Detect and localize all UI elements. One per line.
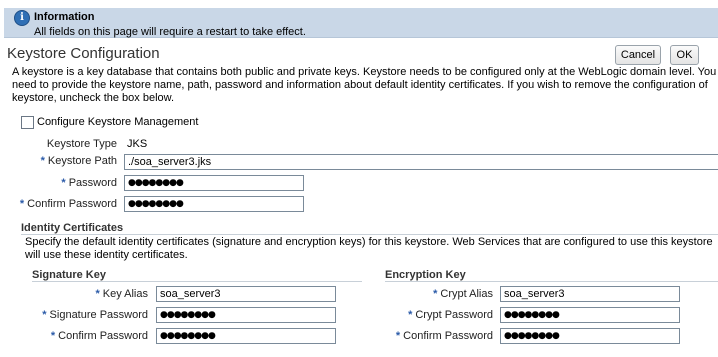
confirm-password-label: * Confirm Password [20,198,117,210]
password-input[interactable]: ●●●●●●●● [124,175,304,191]
signature-confirm-password-input[interactable]: ●●●●●●●● [156,328,336,344]
keystore-type-label: Keystore Type [46,138,117,150]
section-divider [32,281,362,282]
info-text: All fields on this page will require a r… [34,26,306,38]
signature-confirm-label-text: Confirm Password [58,330,148,342]
key-alias-input[interactable]: soa_server3 [156,286,336,302]
confirm-password-label-text: Confirm Password [27,198,117,210]
description-line: keystore, uncheck the box below. [12,92,175,104]
required-icon: * [408,309,413,321]
signature-password-label-text: Signature Password [49,309,148,321]
section-divider [21,234,718,235]
cancel-button[interactable]: Cancel [615,45,661,65]
required-icon: * [50,330,56,342]
signature-password-label: * Signature Password [42,309,148,321]
description-line: A keystore is a key database that contai… [12,66,717,78]
confirm-password-input[interactable]: ●●●●●●●● [124,196,304,212]
info-title: Information [34,11,95,23]
required-icon: * [61,177,66,189]
description-line: need to provide the keystore name, path,… [12,79,708,91]
identity-description-line: will use these identity certificates. [25,249,188,261]
required-icon: * [42,309,47,321]
crypt-confirm-password-label: * Confirm Password [396,330,493,342]
crypt-confirm-password-input[interactable]: ●●●●●●●● [500,328,680,344]
required-icon: * [19,198,25,210]
section-divider [385,281,718,282]
info-icon [14,10,30,26]
key-alias-label-text: Key Alias [102,288,148,300]
password-label-text: Password [68,177,117,189]
crypt-password-label-text: Crypt Password [415,309,493,321]
required-icon: * [40,155,45,167]
page-title: Keystore Configuration [7,45,160,62]
encryption-key-heading: Encryption Key [385,269,466,281]
identity-description-line: Specify the default identity certificate… [25,236,713,248]
signature-key-heading: Signature Key [32,269,106,281]
required-icon: * [433,288,438,300]
identity-certificates-heading: Identity Certificates [21,222,124,234]
crypt-password-label: * Crypt Password [408,309,493,321]
signature-confirm-password-label: * Confirm Password [51,330,148,342]
ok-button[interactable]: OK [670,45,699,65]
keystore-type-value: JKS [127,138,148,150]
required-icon: * [395,330,401,342]
page-description: A keystore is a key database that contai… [12,66,718,105]
required-icon: * [95,288,100,300]
crypt-alias-label-text: Crypt Alias [440,288,493,300]
signature-password-input[interactable]: ●●●●●●●● [156,307,336,323]
keystore-path-input[interactable]: ./soa_server3.jks [124,154,718,170]
crypt-password-input[interactable]: ●●●●●●●● [500,307,680,323]
configure-keystore-label: Configure Keystore Management [37,116,199,128]
keystore-path-label-text: Keystore Path [47,155,117,167]
crypt-alias-label: * Crypt Alias [433,288,493,300]
info-banner: Information All fields on this page will… [4,8,718,38]
configure-keystore-checkbox[interactable] [21,116,34,129]
crypt-confirm-label-text: Confirm Password [403,330,493,342]
key-alias-label: * Key Alias [95,288,148,300]
crypt-alias-input[interactable]: soa_server3 [500,286,680,302]
keystore-path-label: * Keystore Path [41,155,117,167]
password-label: * Password [61,177,117,189]
